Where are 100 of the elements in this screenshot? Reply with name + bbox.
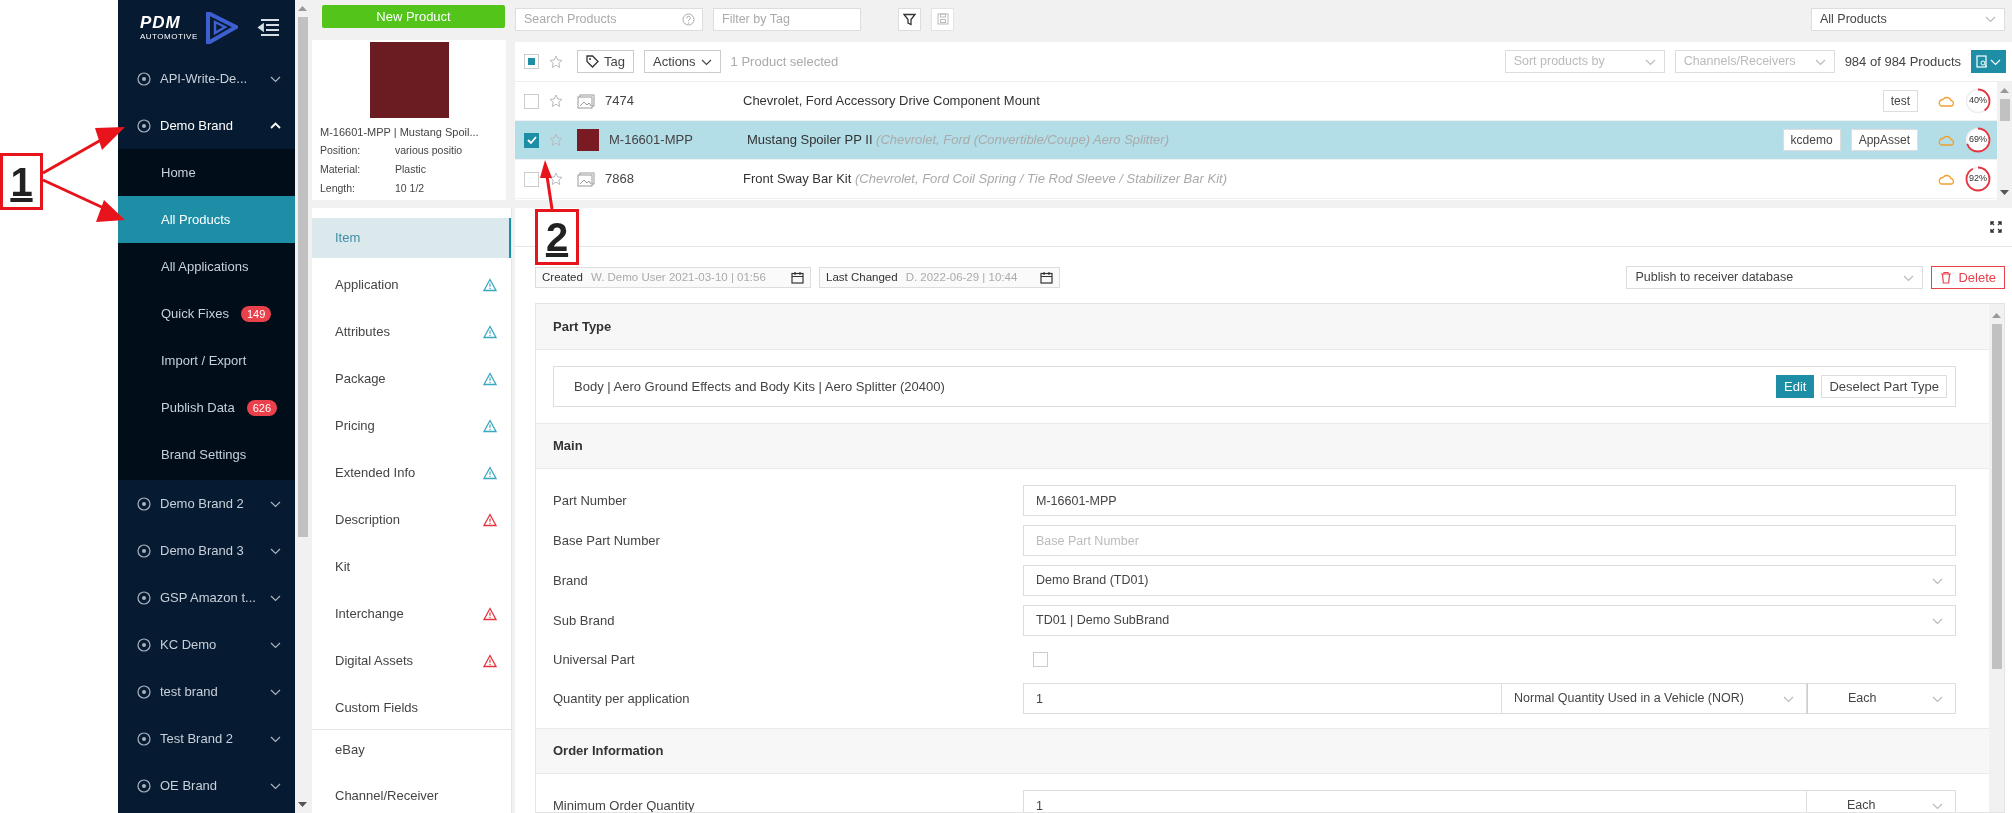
collapse-menu-icon[interactable] <box>257 18 279 37</box>
text-field[interactable]: M-16601-MPP <box>1023 485 1956 516</box>
scroll-thumb[interactable] <box>1991 324 2002 669</box>
scroll-down-icon[interactable] <box>298 802 307 808</box>
tag-icon <box>586 55 599 68</box>
help-icon[interactable] <box>682 12 695 26</box>
deselect-part-type-button[interactable]: Deselect Part Type <box>1821 375 1947 398</box>
actions-dropdown[interactable]: Actions <box>643 50 721 73</box>
attribute-name: Material: <box>320 161 362 177</box>
calendar-icon[interactable] <box>1040 271 1053 284</box>
menu-item[interactable]: Import / Export <box>118 337 295 384</box>
menu-item[interactable]: Quick Fixes 149 <box>118 290 295 337</box>
part-number: M-16601-MPP <box>609 131 694 150</box>
scrollbar[interactable] <box>295 0 310 813</box>
calendar-icon[interactable] <box>791 271 804 284</box>
attribute-name: Length: <box>320 180 357 196</box>
brand-menu-item[interactable]: test brand <box>118 668 295 715</box>
field-label: Brand <box>553 571 589 590</box>
cloud-icon <box>1938 172 1955 186</box>
quantity-field[interactable]: 1 <box>1023 790 1807 812</box>
document-search-icon <box>1976 55 1988 68</box>
created-date-field[interactable]: Created W. Demo User 2021-03-10 | 01:56 <box>535 267 811 288</box>
star-icon[interactable] <box>549 54 563 69</box>
quantity-field[interactable]: 1 <box>1023 683 1502 714</box>
detail-tab[interactable]: Digital Assets <box>312 641 511 681</box>
section-header: Order Information <box>536 728 1989 774</box>
qualifier-select[interactable]: Normal Quantity Used in a Vehicle (NOR) <box>1502 683 1807 714</box>
brand-menu-item[interactable]: Demo Brand 3 <box>118 527 295 574</box>
detail-tab[interactable]: Description <box>312 500 511 540</box>
detail-tab[interactable]: Interchange <box>312 594 511 634</box>
row-checkbox[interactable] <box>524 132 539 148</box>
scroll-thumb[interactable] <box>1999 99 2010 121</box>
completion-ring: 92% <box>1965 166 1991 192</box>
detail-tab[interactable]: Custom Fields <box>312 688 511 728</box>
scroll-up-icon[interactable] <box>1992 312 2001 318</box>
menu-item[interactable]: All Applications <box>118 243 295 290</box>
scroll-thumb[interactable] <box>297 17 308 537</box>
product-title: M-16601-MPP | Mustang Spoil... <box>320 125 480 140</box>
product-count: 984 of 984 Products <box>1844 52 1961 71</box>
text-field[interactable]: Base Part Number <box>1023 525 1956 556</box>
cloud-icon <box>1938 133 1955 147</box>
detail-tab[interactable]: Extended Info <box>312 453 511 493</box>
detail-tab[interactable]: Kit <box>312 547 511 587</box>
checkbox[interactable] <box>1033 652 1048 667</box>
tag-button[interactable]: Tag <box>577 50 634 73</box>
section-header: Part Type <box>536 304 1989 350</box>
select-field[interactable]: TD01 | Demo SubBrand <box>1023 605 1956 636</box>
product-row[interactable]: M-16601-MPP Mustang Spoiler PP II (Chevrolet, Ford (Convertible/Coupe) Aero Splitter) kcdemo AppAsset 69% <box>515 121 1997 160</box>
scrollbar[interactable] <box>1989 304 2004 812</box>
star-icon[interactable] <box>549 172 563 186</box>
scroll-up-icon[interactable] <box>2000 87 2009 93</box>
detail-tab[interactable]: eBay <box>312 729 511 769</box>
brand-menu-item[interactable]: OE Brand <box>118 762 295 809</box>
chevron-down-icon <box>1985 14 1996 24</box>
scroll-down-icon[interactable] <box>2000 190 2009 196</box>
detail-tab[interactable]: Pricing <box>312 406 511 446</box>
detail-tab[interactable]: Channel/Receiver <box>312 776 511 813</box>
menu-item[interactable]: All Products <box>118 196 295 243</box>
cloud-icon <box>1938 94 1955 108</box>
brand-menu-item[interactable]: GSP Amazon t... <box>118 574 295 621</box>
attribute-name: Position: <box>320 142 362 158</box>
circle-icon <box>137 637 151 652</box>
brand-menu-item[interactable]: Demo Brand <box>118 102 295 149</box>
brand-menu-item[interactable]: Demo Brand 2 <box>118 480 295 527</box>
select-all-checkbox[interactable] <box>524 54 539 69</box>
detail-tab[interactable]: Attributes <box>312 312 511 352</box>
brand-menu-item[interactable]: API-Write-De... <box>118 55 295 102</box>
search-field[interactable]: Search Products <box>515 7 703 31</box>
select-field[interactable]: Demo Brand (TD01) <box>1023 565 1956 596</box>
detail-tab[interactable]: Package <box>312 359 511 399</box>
tag-filter-field[interactable]: Filter by Tag <box>713 7 861 31</box>
report-menu-button[interactable] <box>1971 50 2006 73</box>
expand-icon[interactable] <box>1990 221 2002 233</box>
filter-icon <box>903 12 916 26</box>
product-row[interactable]: 7868 Front Sway Bar Kit (Chevrolet, Ford Coil Spring / Tie Rod Sleeve / Stabilizer Bar Kit) 92% <box>515 160 1997 199</box>
brand-menu-item[interactable]: KC Demo <box>118 621 295 668</box>
unit-select[interactable]: Each <box>1807 683 1956 714</box>
row-checkbox[interactable] <box>524 93 539 109</box>
count-badge: 626 <box>246 399 278 416</box>
menu-item[interactable]: Brand Settings <box>118 431 295 478</box>
detail-tab[interactable]: Application <box>312 265 511 305</box>
scroll-up-icon[interactable] <box>298 5 307 11</box>
scrollbar[interactable] <box>1997 82 2012 200</box>
publish-select[interactable]: Publish to receiver database <box>1626 266 1924 289</box>
selection-count: 1 Product selected <box>730 52 839 71</box>
edit-button[interactable]: Edit <box>1776 375 1815 398</box>
count-badge: 149 <box>240 305 272 322</box>
star-icon[interactable] <box>549 94 563 108</box>
annotation-marker: 1 <box>0 153 43 210</box>
delete-button[interactable]: Delete <box>1931 266 2005 289</box>
changed-date-field[interactable]: Last Changed D. 2022-06-29 | 10:44 <box>819 267 1060 288</box>
menu-item[interactable]: Home <box>118 149 295 196</box>
row-checkbox[interactable] <box>524 171 539 187</box>
unit-select[interactable]: Each <box>1807 790 1956 812</box>
filter-button[interactable] <box>898 7 921 31</box>
star-icon[interactable] <box>549 133 563 147</box>
menu-item[interactable]: Publish Data 626 <box>118 384 295 431</box>
view-select[interactable]: All Products <box>1811 7 2005 31</box>
brand-menu-item[interactable]: Test Brand 2 <box>118 715 295 762</box>
save-view-button[interactable] <box>931 7 954 31</box>
